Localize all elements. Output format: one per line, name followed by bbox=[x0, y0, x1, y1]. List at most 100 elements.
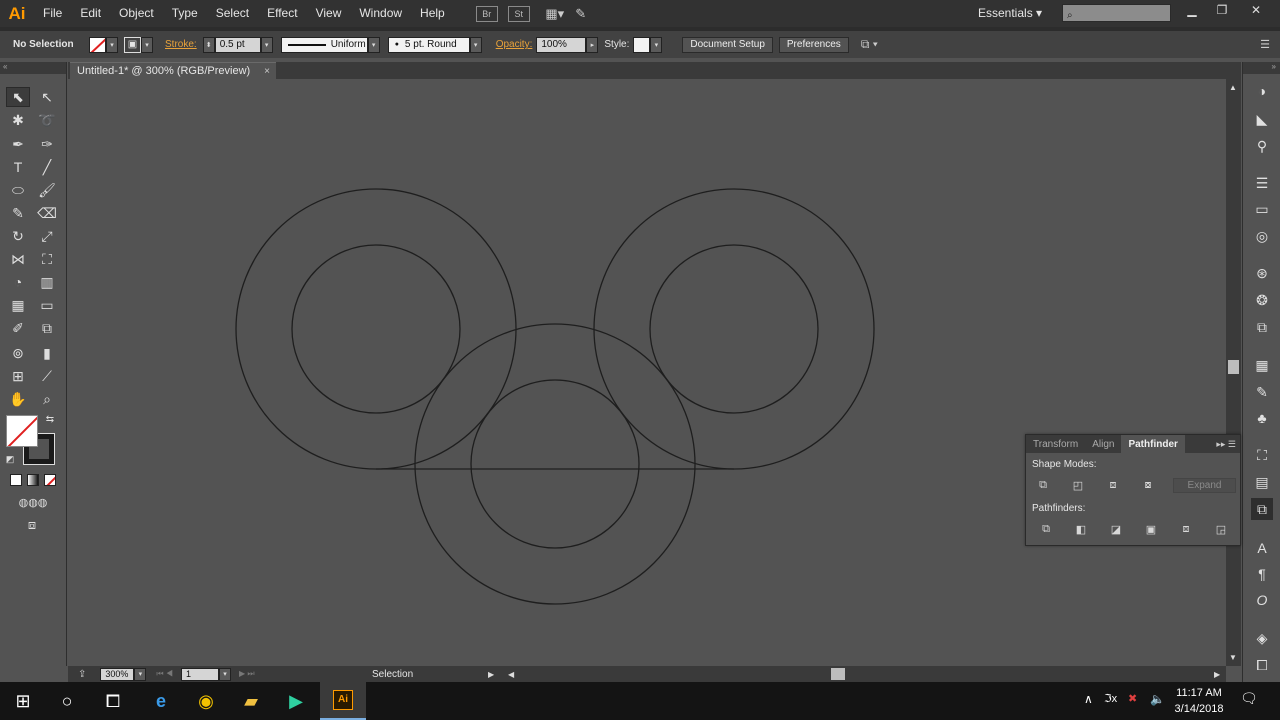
brushes-panel-icon[interactable]: ✎ bbox=[1253, 383, 1271, 401]
input-method-icon[interactable]: ℑx bbox=[1104, 692, 1117, 705]
gradient-tool-icon[interactable]: ▭ bbox=[35, 295, 59, 315]
lasso-tool-icon[interactable]: ➰ bbox=[35, 110, 59, 130]
default-fill-stroke-icon[interactable]: ◩ bbox=[3, 452, 17, 466]
collapse-toolbar-icon[interactable]: « bbox=[0, 62, 66, 74]
search-input[interactable]: ⌕ bbox=[1062, 4, 1171, 22]
symbol-sprayer-tool-icon[interactable]: ⊚ bbox=[6, 343, 30, 363]
preferences-button[interactable]: Preferences bbox=[778, 36, 849, 53]
left-outer-circle[interactable] bbox=[235, 188, 517, 470]
none-mode-button[interactable] bbox=[44, 474, 56, 486]
left-inner-circle[interactable] bbox=[291, 244, 461, 414]
appearance-panel-icon[interactable]: ⊛ bbox=[1253, 264, 1271, 282]
brush-definition[interactable]: ● 5 pt. Round bbox=[387, 36, 470, 53]
show-hidden-icons-icon[interactable]: ∧ bbox=[1084, 692, 1093, 706]
fill-color-box[interactable] bbox=[6, 415, 38, 447]
menu-type[interactable]: Type bbox=[163, 0, 207, 27]
bottom-outer-circle[interactable] bbox=[414, 323, 696, 605]
selection-tool-icon[interactable]: ⬉ bbox=[6, 87, 30, 107]
volume-icon[interactable]: 🔈 bbox=[1150, 692, 1165, 706]
illustrator-taskbar-icon[interactable]: Ai bbox=[320, 682, 366, 720]
task-view-icon[interactable]: ⧠ bbox=[90, 682, 136, 720]
menu-view[interactable]: View bbox=[307, 0, 351, 27]
arrange-documents-icon[interactable]: ▦▾ bbox=[544, 6, 566, 22]
drawing-modes-icon[interactable]: ◍◍◍ bbox=[6, 494, 60, 510]
fill-dropdown[interactable]: ▾ bbox=[106, 36, 118, 53]
edge-browser-icon[interactable]: e bbox=[138, 682, 184, 720]
curvature-tool-icon[interactable]: ✑ bbox=[35, 134, 59, 154]
menu-file[interactable]: File bbox=[34, 0, 71, 27]
eraser-tool-icon[interactable]: ⌫ bbox=[35, 203, 59, 223]
profile-dropdown[interactable]: ▾ bbox=[367, 36, 380, 53]
blend-tool-icon[interactable]: ⧉ bbox=[35, 318, 59, 338]
color-panel-icon[interactable]: ◑ bbox=[1253, 82, 1271, 100]
scroll-up-icon[interactable]: ▲ bbox=[1229, 83, 1237, 92]
transform-panel-icon[interactable]: ⛶ bbox=[1253, 446, 1271, 464]
network-icon[interactable]: ✖ bbox=[1128, 692, 1137, 705]
free-transform-tool-icon[interactable]: ⛶ bbox=[35, 249, 59, 269]
stroke-weight-field[interactable]: 0.5 pt bbox=[214, 36, 261, 53]
status-menu-arrow-icon[interactable]: ▶ bbox=[488, 670, 494, 679]
stroke-dropdown[interactable]: ▾ bbox=[141, 36, 153, 53]
document-tab[interactable]: Untitled-1* @ 300% (RGB/Preview) × bbox=[70, 62, 276, 79]
align-panel-icon[interactable]: ▤ bbox=[1253, 473, 1271, 491]
brush-dropdown[interactable]: ▾ bbox=[469, 36, 482, 53]
gpu-performance-icon[interactable]: ✎ bbox=[570, 6, 592, 22]
workspace-switcher[interactable]: Essentials ▾ bbox=[978, 6, 1042, 20]
stroke-stepper[interactable]: ⬍ bbox=[202, 36, 215, 53]
scroll-left-icon[interactable]: ◀ bbox=[508, 670, 514, 679]
graphic-styles-icon[interactable]: ❂ bbox=[1253, 291, 1271, 309]
intersect-icon[interactable]: ⧈ bbox=[1105, 478, 1121, 492]
menu-window[interactable]: Window bbox=[350, 0, 411, 27]
shape-builder-tool-icon[interactable]: ◔ bbox=[6, 272, 30, 292]
graphic-style-dropdown[interactable]: ▾ bbox=[650, 36, 663, 53]
shaper-tool-icon[interactable]: ✎ bbox=[6, 203, 30, 223]
paintbrush-tool-icon[interactable]: 🖌 bbox=[35, 180, 59, 200]
perspective-grid-tool-icon[interactable]: ▥ bbox=[35, 272, 59, 292]
zoom-tool-icon[interactable]: ⌕ bbox=[35, 389, 59, 409]
variable-width-profile[interactable]: Uniform bbox=[280, 36, 368, 53]
arrange-icon[interactable]: ⧉ ▾ bbox=[861, 37, 878, 52]
swatches-panel-icon[interactable]: ▦ bbox=[1253, 356, 1271, 374]
document-setup-button[interactable]: Document Setup bbox=[682, 36, 773, 53]
trim-icon[interactable]: ◧ bbox=[1073, 522, 1089, 536]
menu-effect[interactable]: Effect bbox=[258, 0, 306, 27]
artboard-tool-icon[interactable]: ⊞ bbox=[6, 366, 30, 386]
slice-tool-icon[interactable]: ⟋ bbox=[35, 366, 59, 386]
artboard-canvas[interactable] bbox=[68, 79, 1226, 666]
width-tool-icon[interactable]: ⋈ bbox=[6, 249, 30, 269]
zoom-dropdown[interactable]: ▾ bbox=[134, 667, 147, 681]
bridge-button[interactable]: Br bbox=[475, 5, 498, 22]
share-icon[interactable]: ⇪ bbox=[78, 669, 86, 680]
chrome-browser-icon[interactable]: ◉ bbox=[183, 682, 229, 720]
graphic-style-swatch[interactable] bbox=[633, 36, 651, 53]
artboards-panel-icon[interactable]: ⧠ bbox=[1253, 656, 1271, 674]
minus-front-icon[interactable]: ◰ bbox=[1070, 478, 1086, 492]
transparency-panel-icon[interactable]: ◎ bbox=[1253, 227, 1271, 245]
exclude-icon[interactable]: ⧇ bbox=[1140, 478, 1156, 492]
opacity-field[interactable]: 100% bbox=[536, 36, 587, 53]
layers-panel-icon[interactable]: ◈ bbox=[1253, 629, 1271, 647]
menu-select[interactable]: Select bbox=[207, 0, 258, 27]
action-center-icon[interactable]: 🗨 bbox=[1240, 690, 1258, 707]
opentype-panel-icon[interactable]: O bbox=[1253, 591, 1271, 609]
stock-button[interactable]: St bbox=[507, 5, 530, 22]
scale-tool-icon[interactable]: ⤢ bbox=[35, 226, 59, 246]
vertical-scrollbar[interactable]: ▲ ▼ bbox=[1226, 79, 1241, 666]
minimize-button[interactable]: ▁ bbox=[1176, 0, 1208, 20]
swap-fill-stroke-icon[interactable]: ⇆ bbox=[42, 412, 58, 426]
hand-tool-icon[interactable]: ✋ bbox=[6, 389, 30, 409]
artboard-field[interactable]: 1 bbox=[180, 667, 219, 681]
right-outer-circle[interactable] bbox=[593, 188, 875, 470]
scroll-down-icon[interactable]: ▼ bbox=[1229, 653, 1237, 662]
zoom-field[interactable]: 300% bbox=[100, 667, 135, 681]
restore-button[interactable]: ❐ bbox=[1206, 0, 1238, 20]
color-mode-button[interactable] bbox=[10, 474, 22, 486]
expand-button[interactable]: Expand bbox=[1173, 478, 1236, 493]
type-tool-icon[interactable]: T bbox=[6, 157, 30, 177]
minus-back-icon[interactable]: ◲ bbox=[1213, 522, 1229, 536]
last-artboard-icon[interactable]: ▶ ⏭ bbox=[239, 669, 255, 679]
scroll-right-icon[interactable]: ▶ bbox=[1214, 670, 1220, 679]
screen-mode-icon[interactable]: ⧈ bbox=[20, 516, 44, 534]
menu-help[interactable]: Help bbox=[411, 0, 454, 27]
unite-icon[interactable]: ⧉ bbox=[1035, 478, 1051, 492]
